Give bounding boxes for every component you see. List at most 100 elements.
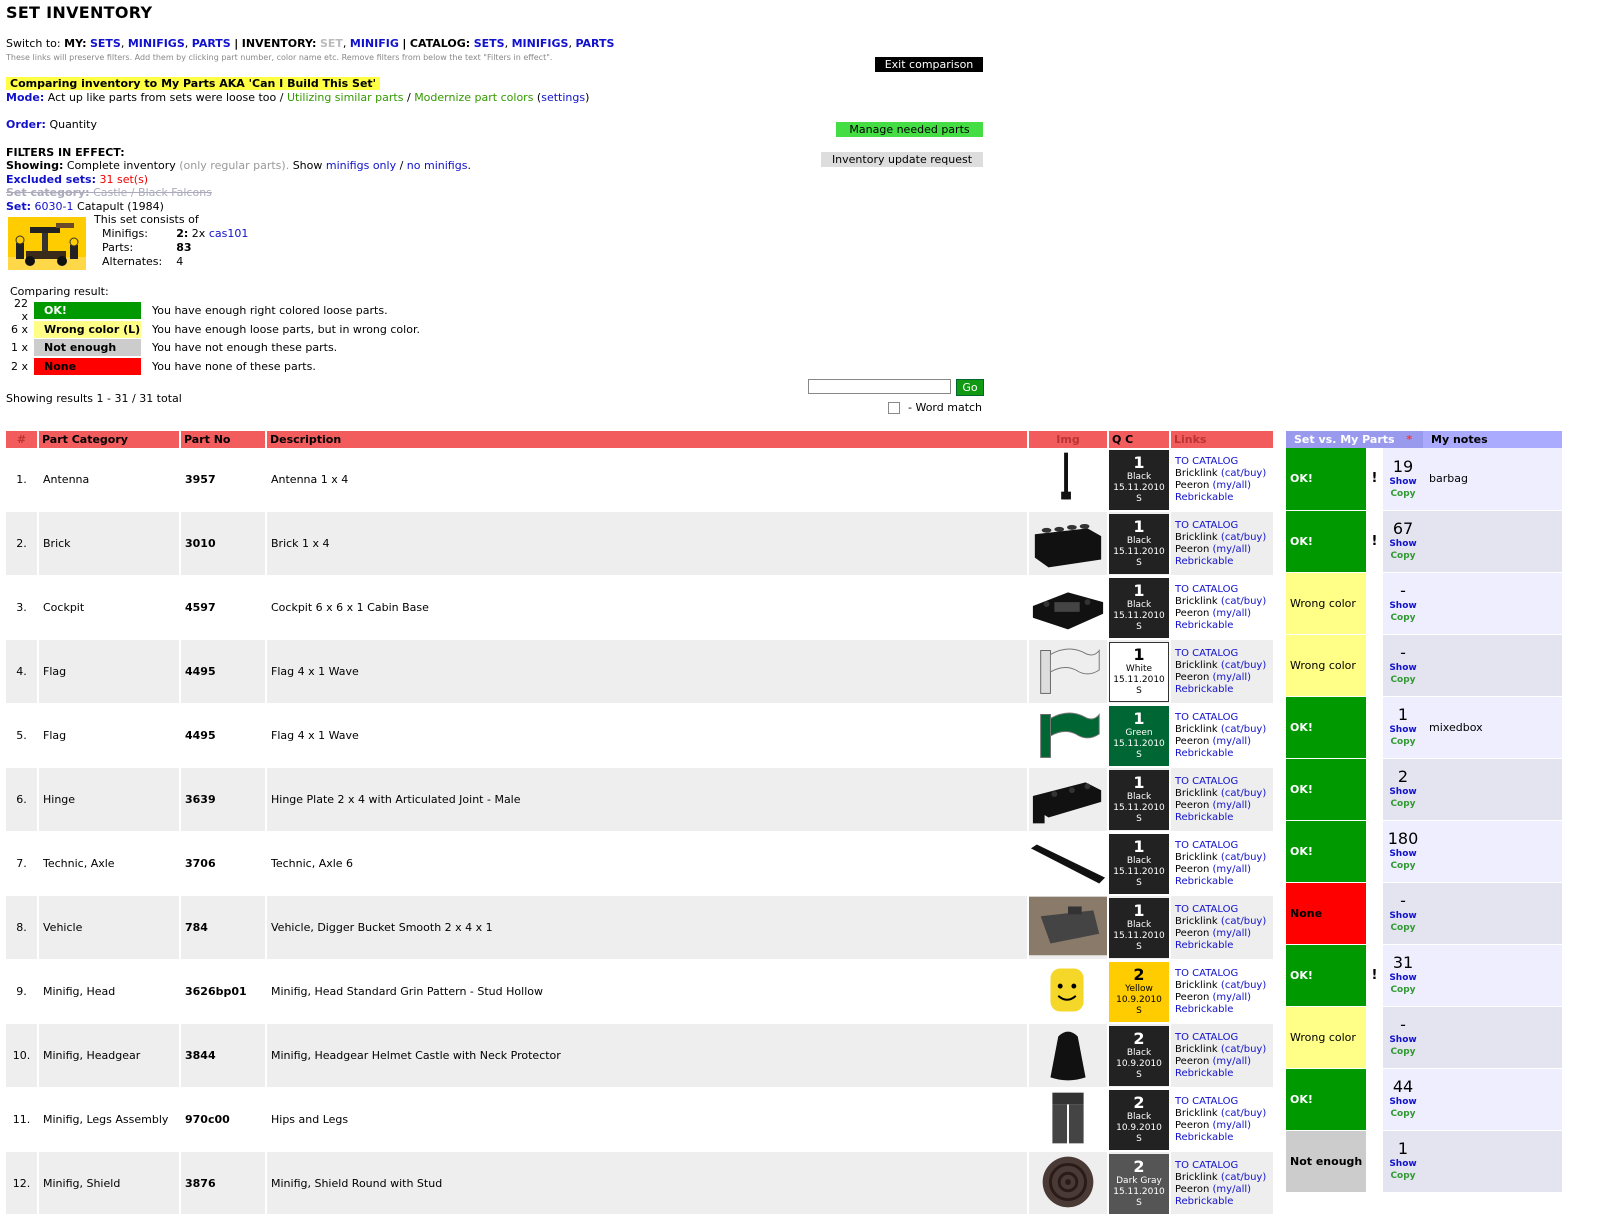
copy-link[interactable]: Copy bbox=[1383, 798, 1423, 810]
bricklink-link[interactable]: (cat/buy) bbox=[1221, 532, 1266, 543]
rebrickable-link[interactable]: Rebrickable bbox=[1175, 940, 1233, 951]
rebrickable-link[interactable]: Rebrickable bbox=[1175, 1196, 1233, 1207]
to-catalog-link[interactable]: TO CATALOG bbox=[1175, 712, 1238, 723]
to-catalog-link[interactable]: TO CATALOG bbox=[1175, 776, 1238, 787]
my-parts-link[interactable]: PARTS bbox=[192, 37, 231, 50]
to-catalog-link[interactable]: TO CATALOG bbox=[1175, 520, 1238, 531]
part-category[interactable]: Minifig, Headgear bbox=[38, 1023, 181, 1088]
show-link[interactable]: Show bbox=[1383, 538, 1423, 550]
to-catalog-link[interactable]: TO CATALOG bbox=[1175, 1096, 1238, 1107]
show-link[interactable]: Show bbox=[1383, 662, 1423, 674]
peeron-link[interactable]: (my/all) bbox=[1213, 736, 1252, 747]
part-category[interactable]: Technic, Axle bbox=[38, 831, 181, 896]
quantity-color-cell[interactable]: 1 Black 15.11.2010 S bbox=[1108, 831, 1171, 896]
minifigs-only-link[interactable]: minifigs only bbox=[326, 159, 396, 172]
part-number[interactable]: 3876 bbox=[180, 1151, 267, 1214]
show-link[interactable]: Show bbox=[1383, 1158, 1423, 1170]
set-number-link[interactable]: 6030-1 bbox=[35, 200, 74, 213]
rebrickable-link[interactable]: Rebrickable bbox=[1175, 684, 1233, 695]
show-link[interactable]: Show bbox=[1383, 1034, 1423, 1046]
quantity-color-cell[interactable]: 1 Black 15.11.2010 S bbox=[1108, 448, 1171, 512]
manage-needed-parts-button[interactable]: Manage needed parts bbox=[836, 122, 983, 137]
bricklink-link[interactable]: (cat/buy) bbox=[1221, 852, 1266, 863]
mode-modernize-option[interactable]: Modernize part colors bbox=[414, 91, 533, 104]
peeron-link[interactable]: (my/all) bbox=[1213, 864, 1252, 875]
part-category[interactable]: Flag bbox=[38, 703, 181, 768]
part-number[interactable]: 4495 bbox=[180, 639, 267, 704]
my-sets-link[interactable]: SETS bbox=[90, 37, 121, 50]
peeron-link[interactable]: (my/all) bbox=[1213, 1184, 1252, 1195]
rebrickable-link[interactable]: Rebrickable bbox=[1175, 1068, 1233, 1079]
part-number[interactable]: 3844 bbox=[180, 1023, 267, 1088]
rebrickable-link[interactable]: Rebrickable bbox=[1175, 620, 1233, 631]
bricklink-link[interactable]: (cat/buy) bbox=[1221, 596, 1266, 607]
peeron-link[interactable]: (my/all) bbox=[1213, 544, 1252, 555]
peeron-link[interactable]: (my/all) bbox=[1213, 1120, 1252, 1131]
brick-image[interactable] bbox=[1028, 511, 1109, 576]
quantity-color-cell[interactable]: 1 Green 15.11.2010 S bbox=[1108, 703, 1171, 768]
copy-link[interactable]: Copy bbox=[1383, 612, 1423, 624]
part-category[interactable]: Minifig, Shield bbox=[38, 1151, 181, 1214]
copy-link[interactable]: Copy bbox=[1383, 984, 1423, 996]
col-part-category[interactable]: Part Category bbox=[38, 431, 181, 448]
my-note[interactable] bbox=[1423, 1068, 1563, 1131]
col-part-no[interactable]: Part No bbox=[180, 431, 267, 448]
go-button[interactable]: Go bbox=[956, 379, 984, 396]
part-number[interactable]: 3010 bbox=[180, 511, 267, 576]
bricklink-link[interactable]: (cat/buy) bbox=[1221, 916, 1266, 927]
copy-link[interactable]: Copy bbox=[1383, 1108, 1423, 1120]
bricklink-link[interactable]: (cat/buy) bbox=[1221, 1108, 1266, 1119]
exit-comparison-button[interactable]: Exit comparison bbox=[875, 57, 983, 72]
peeron-link[interactable]: (my/all) bbox=[1213, 480, 1252, 491]
part-number[interactable]: 3639 bbox=[180, 767, 267, 832]
show-link[interactable]: Show bbox=[1383, 910, 1423, 922]
quantity-color-cell[interactable]: 1 Black 15.11.2010 S bbox=[1108, 575, 1171, 640]
search-input[interactable] bbox=[808, 379, 951, 394]
bricklink-link[interactable]: (cat/buy) bbox=[1221, 468, 1266, 479]
copy-link[interactable]: Copy bbox=[1383, 550, 1423, 562]
bricklink-link[interactable]: (cat/buy) bbox=[1221, 1172, 1266, 1183]
my-note[interactable] bbox=[1423, 820, 1563, 883]
part-number[interactable]: 784 bbox=[180, 895, 267, 960]
part-number[interactable]: 3957 bbox=[180, 448, 267, 512]
cockpit-image[interactable] bbox=[1028, 575, 1109, 640]
to-catalog-link[interactable]: TO CATALOG bbox=[1175, 456, 1238, 467]
my-note[interactable] bbox=[1423, 758, 1563, 821]
my-note[interactable]: barbag bbox=[1423, 448, 1563, 511]
my-note[interactable] bbox=[1423, 1006, 1563, 1069]
helmet-image[interactable] bbox=[1028, 1023, 1109, 1088]
show-link[interactable]: Show bbox=[1383, 600, 1423, 612]
copy-link[interactable]: Copy bbox=[1383, 860, 1423, 872]
flag-image[interactable] bbox=[1028, 639, 1109, 704]
part-number[interactable]: 970c00 bbox=[180, 1087, 267, 1152]
rebrickable-link[interactable]: Rebrickable bbox=[1175, 748, 1233, 759]
catalog-parts-link[interactable]: PARTS bbox=[575, 37, 614, 50]
my-note[interactable] bbox=[1423, 510, 1563, 573]
my-note[interactable] bbox=[1423, 1130, 1563, 1193]
show-link[interactable]: Show bbox=[1383, 476, 1423, 488]
to-catalog-link[interactable]: TO CATALOG bbox=[1175, 904, 1238, 915]
excluded-sets-link[interactable]: 31 set(s) bbox=[99, 173, 148, 186]
quantity-color-cell[interactable]: 2 Yellow 10.9.2010 S bbox=[1108, 959, 1171, 1024]
my-note[interactable]: mixedbox bbox=[1423, 696, 1563, 759]
to-catalog-link[interactable]: TO CATALOG bbox=[1175, 1160, 1238, 1171]
peeron-link[interactable]: (my/all) bbox=[1213, 800, 1252, 811]
quantity-color-cell[interactable]: 2 Black 10.9.2010 S bbox=[1108, 1087, 1171, 1152]
part-category[interactable]: Vehicle bbox=[38, 895, 181, 960]
rebrickable-link[interactable]: Rebrickable bbox=[1175, 1004, 1233, 1015]
inventory-update-request-button[interactable]: Inventory update request bbox=[821, 152, 983, 167]
copy-link[interactable]: Copy bbox=[1383, 922, 1423, 934]
mode-loose-option[interactable]: Act up like parts from sets were loose t… bbox=[48, 91, 277, 104]
part-category[interactable]: Brick bbox=[38, 511, 181, 576]
copy-link[interactable]: Copy bbox=[1383, 736, 1423, 748]
to-catalog-link[interactable]: TO CATALOG bbox=[1175, 648, 1238, 659]
quantity-color-cell[interactable]: 1 Black 15.11.2010 S bbox=[1108, 511, 1171, 576]
part-category[interactable]: Minifig, Head bbox=[38, 959, 181, 1024]
part-category[interactable]: Hinge bbox=[38, 767, 181, 832]
mode-similar-option[interactable]: Utilizing similar parts bbox=[287, 91, 403, 104]
bucket-image[interactable] bbox=[1028, 895, 1109, 960]
peeron-link[interactable]: (my/all) bbox=[1213, 992, 1252, 1003]
quantity-color-cell[interactable]: 1 Black 15.11.2010 S bbox=[1108, 895, 1171, 960]
part-number[interactable]: 3706 bbox=[180, 831, 267, 896]
bricklink-link[interactable]: (cat/buy) bbox=[1221, 788, 1266, 799]
